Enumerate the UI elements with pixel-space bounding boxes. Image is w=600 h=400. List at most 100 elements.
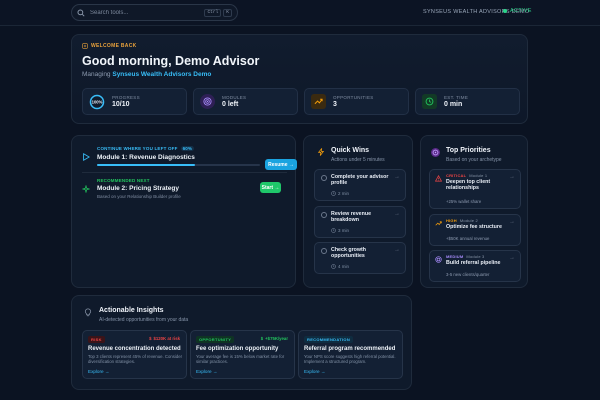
checkbox-icon[interactable] (321, 248, 327, 254)
insights-subtitle: AI-detected opportunities from your data (99, 317, 189, 323)
percent-badge: 60% (180, 146, 195, 151)
priority-module: Module 1 (469, 173, 488, 178)
priority-level: MEDIUM Module 3 (446, 254, 484, 259)
clock-icon (331, 191, 336, 196)
insight-title: Fee optimization opportunity (196, 346, 279, 352)
welcome-kicker-text: WELCOME BACK (91, 43, 137, 49)
priority-level-text: HIGH (446, 218, 457, 223)
explore-link[interactable]: Explore → (304, 369, 325, 374)
continue-module-title: Module 1: Revenue Diagnostics (97, 154, 195, 161)
explore-link[interactable]: Explore → (196, 369, 217, 374)
quick-win-item[interactable]: Review revenue breakdown 3 min → (314, 206, 406, 238)
arrow-right-icon: → (394, 211, 400, 217)
explore-link[interactable]: Explore → (88, 369, 109, 374)
insight-card[interactable]: RECOMMENDATION Referral program recommen… (298, 330, 403, 379)
insight-tag: RISK (88, 336, 105, 343)
quick-win-title: Complete your advisor profile (331, 174, 389, 187)
quick-win-time: 3 min (331, 228, 349, 233)
lightning-icon (317, 148, 325, 156)
priority-title: Deepen top client relationships (446, 179, 491, 192)
progress-ring-icon: 100% (89, 94, 105, 110)
priority-module: Module 2 (459, 218, 478, 223)
checkbox-icon[interactable] (321, 175, 327, 181)
insight-amount-text: +$75K/year (265, 336, 288, 341)
priority-meta: +$50K annual revenue (446, 236, 490, 241)
top-priorities-subtitle: Based on your archetype (446, 157, 502, 163)
arrow-right-icon: → (394, 174, 400, 180)
priority-module: Module 3 (466, 254, 485, 259)
quick-win-time: 2 min (331, 191, 349, 196)
shortcut-k-key: K (223, 8, 232, 17)
dollar-icon: $ (260, 336, 264, 341)
priority-level: HIGH Module 2 (446, 218, 478, 223)
arrow-right-icon: → (509, 255, 515, 261)
insight-title: Revenue concentration detected (88, 346, 181, 352)
insight-description: Your average fee is 15% below market rat… (196, 354, 285, 365)
stat-opportunities: OPPORTUNITIES 3 (304, 88, 409, 115)
top-priorities-card: Top Priorities Based on your archetype C… (420, 135, 528, 288)
priority-item[interactable]: HIGH Module 2 Optimize fee structure +$50… (429, 214, 521, 246)
priority-level-text: MEDIUM (446, 254, 464, 259)
quick-win-title: Review revenue breakdown (331, 211, 372, 224)
status-dot-icon (503, 9, 507, 13)
insight-description: Top 3 clients represent 45% of revenue. … (88, 354, 183, 365)
quick-win-item[interactable]: Check growth opportunities 4 min → (314, 242, 406, 274)
stat-label: MODULES (222, 95, 247, 100)
quick-wins-subtitle: Actions under 5 minutes (331, 157, 385, 163)
search-input[interactable] (90, 9, 203, 16)
clock-icon (422, 94, 437, 109)
stat-label: PROGRESS (112, 95, 140, 100)
welcome-kicker: WELCOME BACK (82, 43, 137, 49)
arrow-right-icon: → (394, 247, 400, 253)
priority-level-text: CRITICAL (446, 173, 467, 178)
welcome-card: WELCOME BACK Good morning, Demo Advisor … (71, 34, 528, 124)
resume-button[interactable]: Resume → (265, 159, 297, 170)
recommended-kicker: RECOMMENDED NEXT (97, 178, 150, 183)
firm-link[interactable]: Synseus Wealth Advisors Demo (112, 71, 211, 78)
priority-item[interactable]: MEDIUM Module 3 Build referral pipeline 3… (429, 250, 521, 282)
stat-est-time: EST. TIME 0 min (415, 88, 520, 115)
arrow-right-icon: → (509, 174, 515, 180)
lightbulb-icon (84, 308, 92, 317)
stat-label: OPPORTUNITIES (333, 95, 374, 100)
insight-tag: RECOMMENDATION (304, 336, 354, 343)
quick-win-time-text: 2 min (338, 191, 350, 196)
status-badge: ACTIVE (503, 8, 532, 14)
clock-icon (331, 264, 336, 269)
insight-amount-text: $120K at risk (153, 336, 180, 341)
insight-amount: $ +$75K/year (261, 336, 288, 341)
priority-title: Optimize fee structure (446, 224, 502, 230)
status-text: ACTIVE (510, 8, 532, 14)
top-bar: Ctrl K SYNSEUS WEALTH ADVISORS DEMO ACTI… (0, 0, 600, 26)
target-icon (200, 94, 215, 109)
top-priorities-title: Top Priorities (446, 147, 491, 154)
insights-title: Actionable Insights (99, 307, 164, 314)
stat-progress: 100% PROGRESS 10/10 (82, 88, 187, 115)
managing-line: Managing Synseus Wealth Advisors Demo (82, 71, 211, 78)
module-progress-bar (97, 164, 260, 166)
insight-title: Referral program recommended (304, 346, 396, 352)
clock-icon (331, 228, 336, 233)
quick-win-item[interactable]: Complete your advisor profile 2 min → (314, 169, 406, 201)
target-icon (435, 256, 442, 263)
priority-level: CRITICAL Module 1 (446, 173, 487, 178)
quick-wins-title: Quick Wins (331, 147, 370, 154)
insight-card[interactable]: OPPORTUNITY $ +$75K/year Fee optimization… (190, 330, 295, 379)
recommended-title: Module 2: Pricing Strategy (97, 185, 179, 192)
sparkle-icon (82, 43, 88, 49)
warning-icon (435, 175, 442, 182)
search-box[interactable]: Ctrl K (71, 4, 238, 21)
priority-meta: 3-5 new clients/quarter (446, 272, 490, 277)
progress-ring-text: 100% (92, 99, 103, 104)
insight-card[interactable]: RISK $ $120K at risk Revenue concentratio… (82, 330, 187, 379)
priority-meta: +25% wallet share (446, 199, 482, 204)
module-progress-fill (97, 164, 195, 166)
checkbox-icon[interactable] (321, 212, 327, 218)
start-button[interactable]: Start → (260, 182, 281, 193)
play-icon (83, 153, 90, 161)
priority-item[interactable]: CRITICAL Module 1 Deepen top client relat… (429, 169, 521, 209)
insight-tag: OPPORTUNITY (196, 336, 235, 343)
insights-card: Actionable Insights AI-detected opportun… (71, 295, 412, 390)
recommended-subtitle: Based on your Relationship Builder profi… (97, 194, 181, 199)
sparkle-icon (82, 185, 90, 193)
